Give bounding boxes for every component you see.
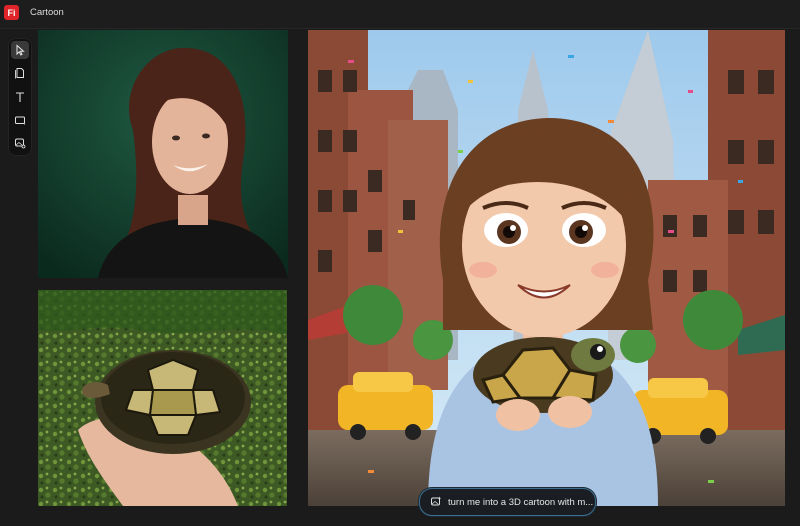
app-logo: Fi [4,5,19,20]
generate-prompt-icon [430,496,442,508]
generation-prompt-chip[interactable]: turn me into a 3D cartoon with m... [419,488,596,516]
rectangle-icon [15,116,26,125]
generate-tool-button[interactable] [11,134,29,152]
cartoon-result[interactable] [308,30,785,506]
shape-tool-button[interactable] [11,111,29,129]
text-tool-button[interactable] [11,88,29,106]
woman-photo-image [38,30,288,278]
3d-cartoon-image [308,30,785,506]
page-icon [15,68,24,79]
portrait-photo[interactable] [38,30,288,278]
text-icon [16,92,24,102]
document-title[interactable]: Cartoon [30,7,64,18]
cursor-arrow-icon [16,44,25,56]
select-tool-button[interactable] [11,41,29,59]
tortoise-photo[interactable] [38,290,287,506]
prompt-text: turn me into a 3D cartoon with m... [448,496,594,508]
tortoise-in-hand-image [38,290,287,506]
tool-rail [8,38,32,156]
page-tool-button[interactable] [11,64,29,82]
title-bar: Fi Cartoon [0,0,800,29]
magic-image-icon [15,138,26,149]
